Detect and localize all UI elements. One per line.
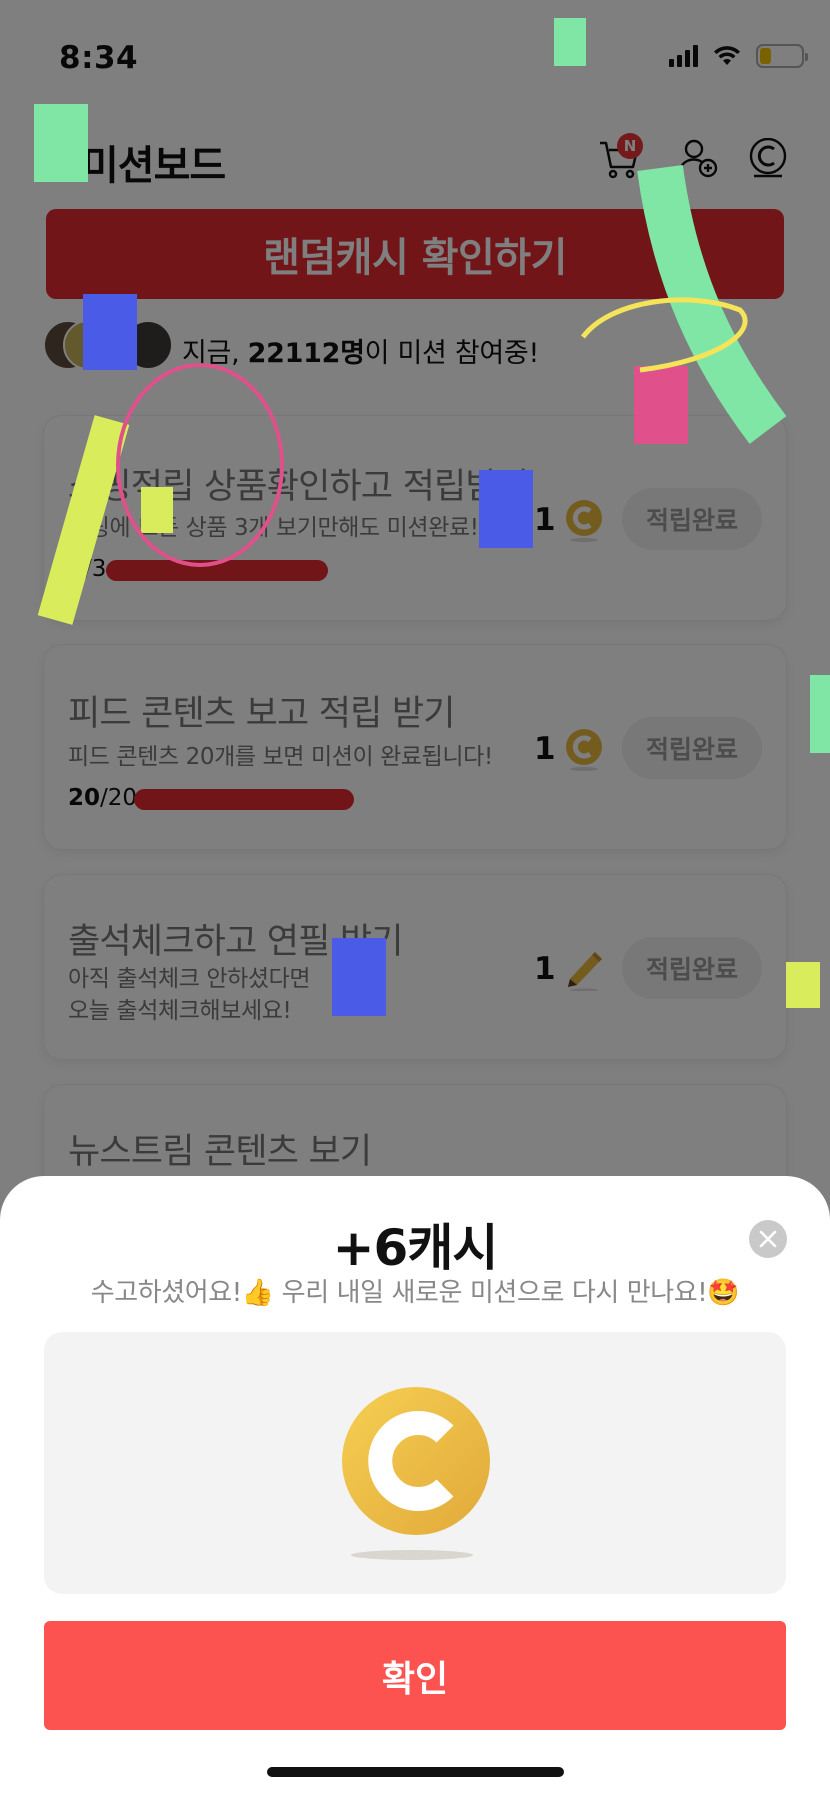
coin-shadow <box>351 1550 473 1560</box>
coin-icon <box>342 1387 490 1535</box>
reward-bottom-sheet: +6캐시 수고하셨어요!👍 우리 내일 새로운 미션으로 다시 만나요!🤩 확인 <box>0 1176 830 1797</box>
confetti <box>332 938 386 1016</box>
mission-board-screen: 8:34 미션보드 N 랜덤캐시 확인하기 지금, 22112명이 <box>0 0 830 1797</box>
confirm-button[interactable]: 확인 <box>44 1621 786 1730</box>
home-indicator[interactable] <box>267 1767 564 1777</box>
close-button[interactable] <box>749 1220 787 1258</box>
reward-coin-panel <box>44 1332 786 1594</box>
confetti-ribbons <box>37 164 787 625</box>
close-icon <box>759 1230 777 1248</box>
sheet-title: +6캐시 <box>332 1219 499 1277</box>
sheet-subtitle: 수고하셨어요!👍 우리 내일 새로운 미션으로 다시 만나요!🤩 <box>90 1278 740 1308</box>
confetti <box>786 962 820 1008</box>
